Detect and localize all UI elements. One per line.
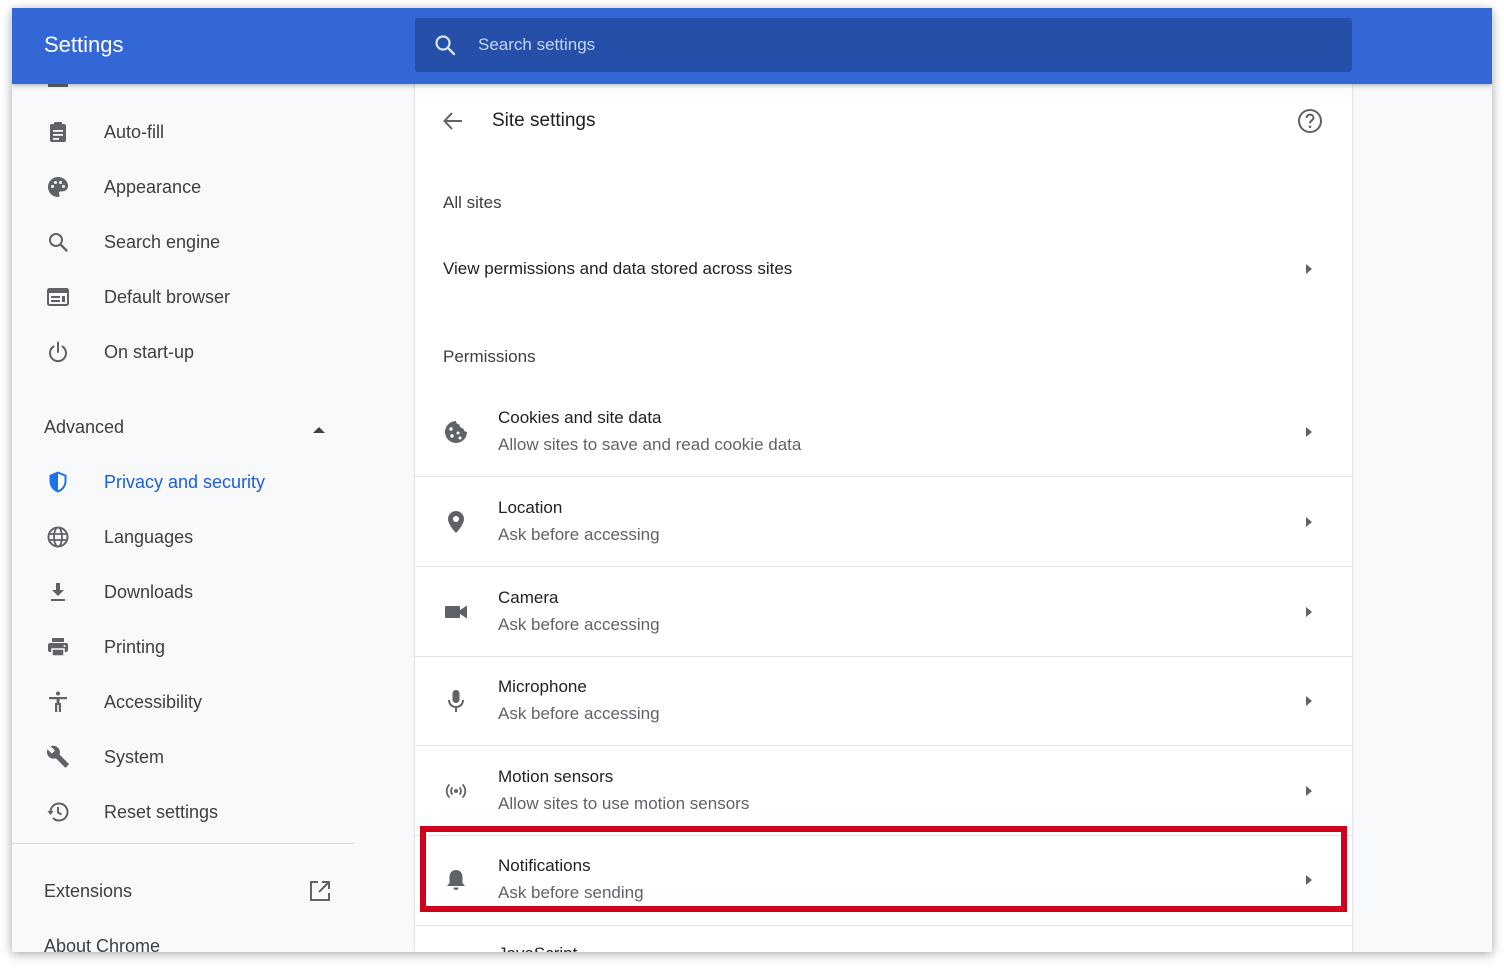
advanced-toggle[interactable]: Advanced bbox=[12, 402, 352, 452]
about-label: About Chrome bbox=[44, 935, 161, 953]
sidebar-item-extensions[interactable]: Extensions bbox=[12, 866, 352, 916]
page-header: Site settings bbox=[415, 84, 1352, 160]
palette-icon bbox=[46, 175, 70, 199]
sidebar-item-label: Reset settings bbox=[104, 801, 219, 822]
sidebar-item-accessibility[interactable]: Accessibility bbox=[12, 677, 372, 727]
sidebar-divider bbox=[12, 843, 354, 844]
sidebar-item-reset[interactable]: Reset settings bbox=[12, 787, 372, 837]
camera-icon bbox=[443, 599, 469, 625]
history-icon bbox=[46, 800, 70, 824]
main-panel: Site settings All sites View permissions… bbox=[415, 84, 1352, 952]
wrench-icon bbox=[46, 745, 70, 769]
globe-icon bbox=[46, 525, 70, 549]
search-box[interactable] bbox=[415, 18, 1352, 72]
permission-title: Motion sensors bbox=[498, 767, 614, 786]
sidebar-item-system[interactable]: System bbox=[12, 732, 372, 782]
permission-subtitle: Allow sites to save and read cookie data bbox=[498, 435, 802, 454]
permission-row-motion-sensors[interactable]: Motion sensors Allow sites to use motion… bbox=[415, 746, 1352, 836]
permission-subtitle: Ask before accessing bbox=[498, 615, 660, 634]
view-permissions-row[interactable]: View permissions and data stored across … bbox=[415, 236, 1352, 296]
permission-row-notifications[interactable]: Notifications Ask before sending bbox=[415, 835, 1352, 925]
sidebar-item-label: Default browser bbox=[104, 286, 231, 307]
search-input[interactable] bbox=[465, 18, 1325, 72]
permission-row-cookies[interactable]: Cookies and site data Allow sites to sav… bbox=[415, 387, 1352, 477]
sidebar-item-search-engine[interactable]: Search engine bbox=[12, 217, 372, 267]
sidebar-item-label: On start-up bbox=[104, 341, 195, 362]
chevron-right-icon bbox=[1303, 694, 1315, 708]
permission-row-javascript[interactable]: JavaScript bbox=[415, 925, 1352, 952]
sidebar-item-appearance[interactable]: Appearance bbox=[12, 162, 372, 212]
permission-row-microphone[interactable]: Microphone Ask before accessing bbox=[415, 656, 1352, 746]
sidebar-item-label: System bbox=[104, 746, 165, 767]
settings-window: Settings Auto-fill Appearance bbox=[12, 8, 1492, 952]
caret-up-icon bbox=[312, 422, 326, 440]
permission-title: Notifications bbox=[498, 856, 591, 875]
permission-subtitle: Allow sites to use motion sensors bbox=[498, 794, 750, 813]
sidebar-item-label: Accessibility bbox=[104, 691, 203, 712]
sidebar-item-label: Languages bbox=[104, 526, 194, 547]
permission-row-location[interactable]: Location Ask before accessing bbox=[415, 477, 1352, 567]
sidebar-item-label: Privacy and security bbox=[104, 471, 266, 492]
sidebar-item-on-startup[interactable]: On start-up bbox=[12, 327, 372, 377]
sidebar-item-downloads[interactable]: Downloads bbox=[12, 567, 372, 617]
sidebar-item-languages[interactable]: Languages bbox=[12, 512, 372, 562]
chevron-right-icon bbox=[1303, 425, 1315, 439]
cookie-icon bbox=[443, 419, 469, 445]
all-sites-heading: All sites bbox=[443, 193, 502, 212]
printer-icon bbox=[46, 635, 70, 659]
chevron-right-icon bbox=[1303, 784, 1315, 798]
clipped-icon bbox=[48, 84, 68, 87]
sidebar-item-about[interactable]: About Chrome bbox=[12, 921, 352, 953]
page-title: Site settings bbox=[492, 110, 596, 131]
sidebar: Auto-fill Appearance Search engine Defau… bbox=[12, 84, 415, 952]
location-pin-icon bbox=[443, 509, 469, 535]
permission-title: Cookies and site data bbox=[498, 408, 662, 427]
download-icon bbox=[46, 580, 70, 604]
app-title: Settings bbox=[44, 32, 124, 57]
sidebar-item-label: Auto-fill bbox=[104, 121, 165, 142]
chevron-right-icon bbox=[1303, 262, 1315, 276]
permission-title: JavaScript bbox=[498, 944, 577, 952]
extensions-label: Extensions bbox=[44, 880, 133, 901]
help-icon[interactable] bbox=[1297, 108, 1323, 139]
bell-icon bbox=[443, 867, 469, 893]
header-bar: Settings bbox=[12, 8, 1492, 84]
search-icon bbox=[46, 230, 70, 254]
view-permissions-label: View permissions and data stored across … bbox=[443, 259, 793, 278]
permission-subtitle: Ask before sending bbox=[498, 883, 644, 902]
clipboard-icon bbox=[46, 120, 70, 144]
sidebar-item-label: Printing bbox=[104, 636, 166, 657]
back-arrow-icon[interactable] bbox=[441, 109, 465, 138]
external-link-icon bbox=[308, 879, 332, 908]
sidebar-item-label: Appearance bbox=[104, 176, 202, 197]
microphone-icon bbox=[443, 688, 469, 714]
sidebar-item-default-browser[interactable]: Default browser bbox=[12, 272, 372, 322]
permission-title: Microphone bbox=[498, 677, 587, 696]
sidebar-item-label: Downloads bbox=[104, 581, 194, 602]
permission-title: Location bbox=[498, 498, 563, 517]
browser-icon bbox=[46, 285, 70, 309]
permission-subtitle: Ask before accessing bbox=[498, 525, 660, 544]
chevron-right-icon bbox=[1303, 515, 1315, 529]
chevron-right-icon bbox=[1303, 605, 1315, 619]
sidebar-item-printing[interactable]: Printing bbox=[12, 622, 372, 672]
permission-row-camera[interactable]: Camera Ask before accessing bbox=[415, 567, 1352, 657]
motion-sensor-icon bbox=[443, 778, 469, 804]
permission-title: Camera bbox=[498, 588, 559, 607]
permissions-heading: Permissions bbox=[443, 347, 536, 366]
sidebar-item-privacy[interactable]: Privacy and security bbox=[12, 457, 372, 507]
chevron-right-icon bbox=[1303, 873, 1315, 887]
search-icon bbox=[433, 33, 457, 62]
permission-subtitle: Ask before accessing bbox=[498, 704, 660, 723]
accessibility-icon bbox=[46, 690, 70, 714]
shield-icon bbox=[46, 470, 70, 494]
sidebar-item-autofill[interactable]: Auto-fill bbox=[12, 107, 372, 157]
power-icon bbox=[46, 340, 70, 364]
sidebar-item-label: Search engine bbox=[104, 231, 221, 252]
advanced-label: Advanced bbox=[44, 416, 125, 437]
